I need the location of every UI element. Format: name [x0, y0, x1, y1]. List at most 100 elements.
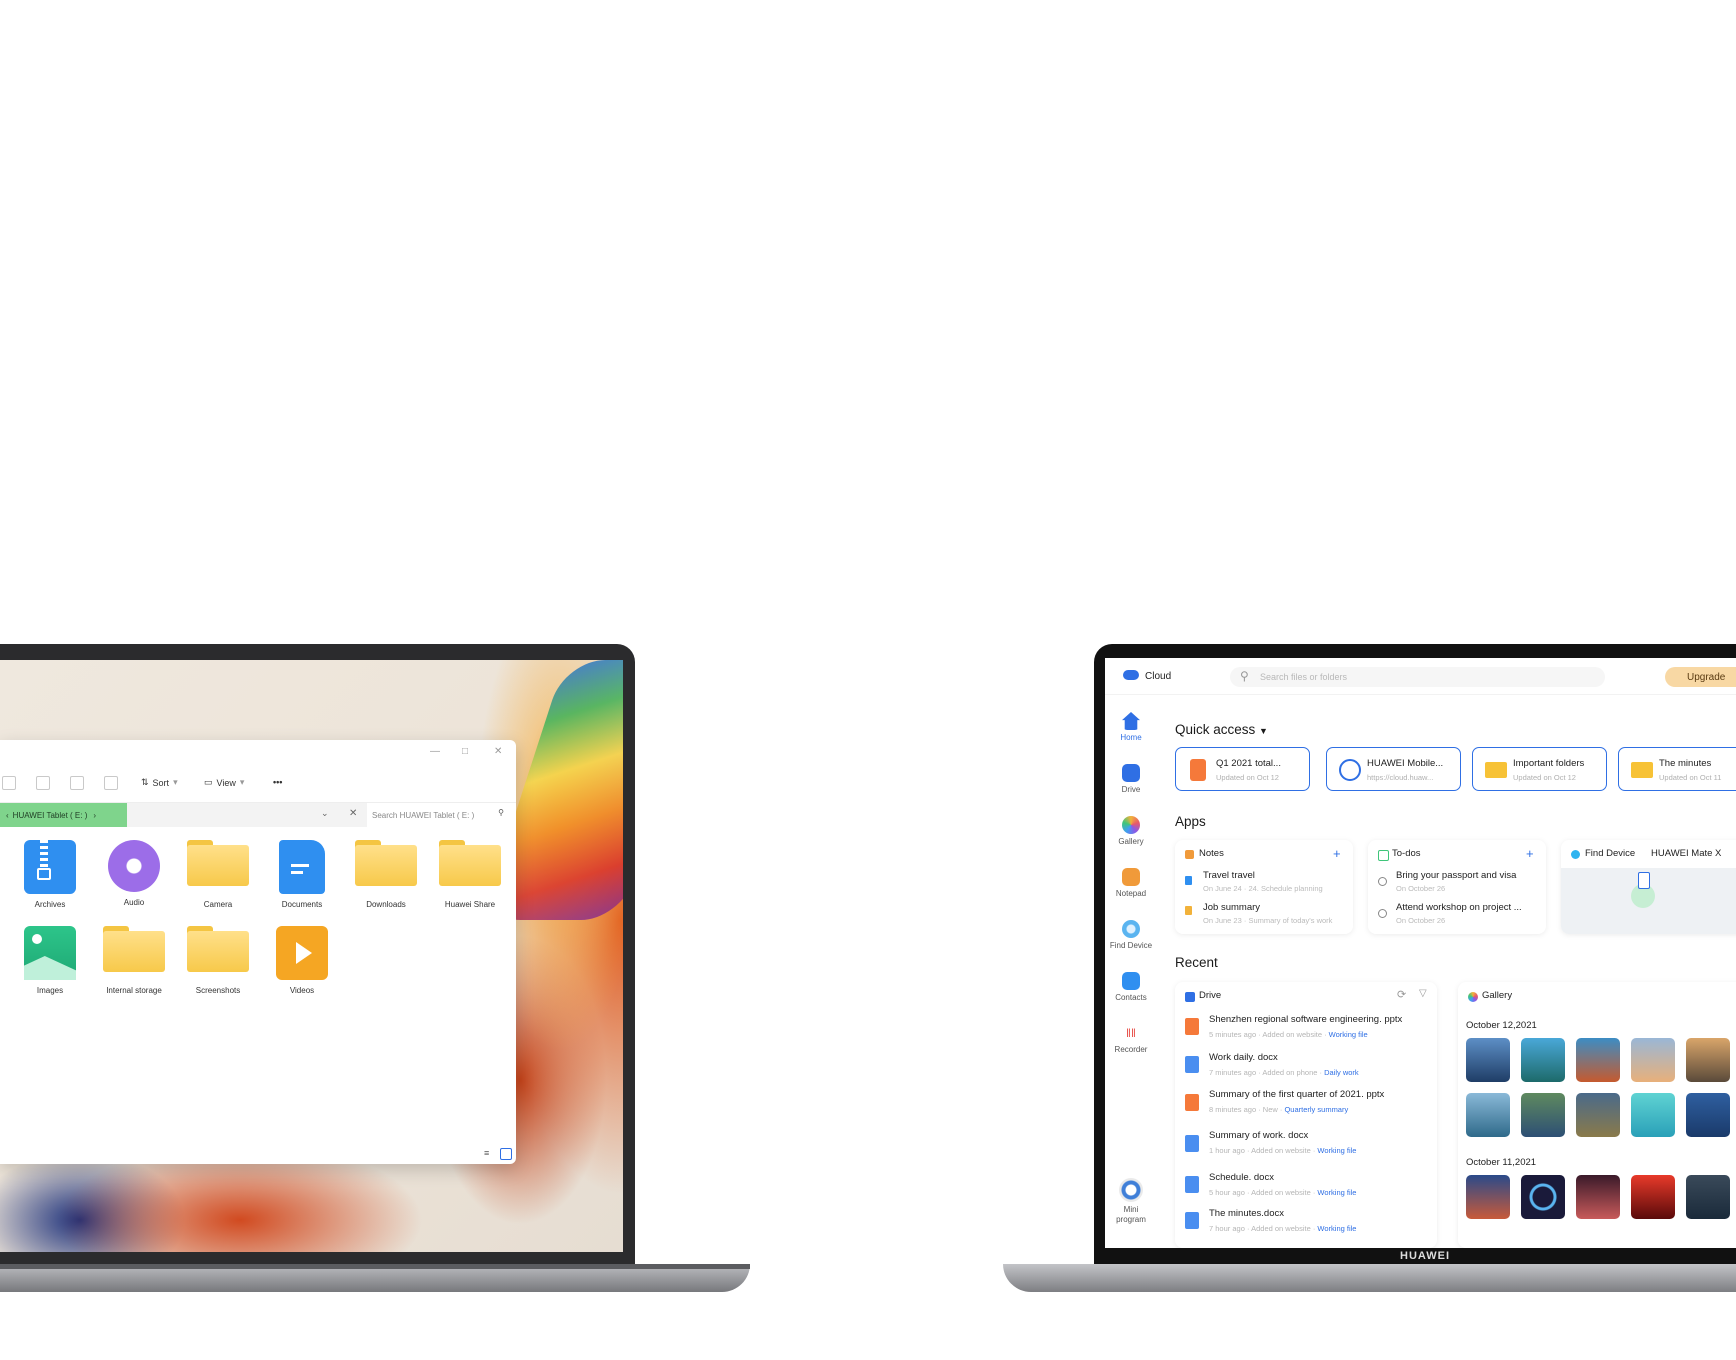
sidebar-label: Mini program: [1116, 1205, 1146, 1224]
share-icon[interactable]: [70, 776, 84, 790]
caret-down-icon: ▼: [1259, 726, 1268, 736]
file-item[interactable]: Huawei Share: [428, 840, 512, 909]
brand-logo: HUAWEI: [1105, 1248, 1736, 1264]
sidebar-item-home[interactable]: Home: [1105, 712, 1157, 742]
find-device-title: Find Device: [1585, 848, 1636, 859]
card-title: Important folders: [1513, 758, 1585, 769]
close-icon[interactable]: ✕: [494, 746, 502, 757]
mini-program-icon: [1119, 1178, 1143, 1202]
view-button[interactable]: ▭ View ▾: [204, 777, 244, 788]
device-name: HUAWEI Mate X: [1651, 848, 1722, 859]
refresh-icon[interactable]: ⟳: [1397, 988, 1406, 1001]
photo-thumbnail[interactable]: [1521, 1038, 1565, 1082]
file-item[interactable]: Videos: [260, 926, 344, 995]
sidebar-item-find-device[interactable]: Find Device: [1105, 920, 1157, 950]
phone-icon: [1638, 872, 1650, 889]
photo-thumbnail[interactable]: [1686, 1093, 1730, 1137]
folder-icon: [103, 926, 165, 972]
sort-button[interactable]: ⇅ Sort ▾: [141, 777, 178, 788]
file-item[interactable]: Downloads: [344, 840, 428, 909]
audio-icon: [108, 840, 160, 892]
search-icon: ⚲: [498, 808, 504, 817]
gallery-icon: [1122, 816, 1140, 834]
search-icon: ⚲: [1240, 669, 1249, 683]
device-map[interactable]: [1561, 868, 1736, 934]
ppt-file-icon: [1185, 1018, 1199, 1035]
chevron-down-icon[interactable]: ⌄: [321, 808, 329, 819]
search-input[interactable]: Search HUAWEI Tablet ( E: ) ⚲: [368, 805, 510, 825]
file-item[interactable]: Audio: [92, 840, 176, 907]
breadcrumb[interactable]: ‹ HUAWEI Tablet ( E: ) ›: [0, 803, 127, 827]
grid-view-icon[interactable]: [500, 1148, 512, 1160]
file-label: Huawei Share: [444, 900, 496, 909]
todo-radio[interactable]: [1378, 877, 1387, 886]
list-view-icon[interactable]: ≡: [484, 1148, 496, 1160]
photo-thumbnail[interactable]: [1576, 1093, 1620, 1137]
sidebar-item-drive[interactable]: Drive: [1105, 764, 1157, 794]
todos-card[interactable]: To-dos + Bring your passport and visa On…: [1368, 840, 1546, 934]
paste-icon[interactable]: [2, 776, 16, 790]
file-item[interactable]: Archives: [8, 840, 92, 909]
file-item[interactable]: Images: [8, 926, 92, 995]
todo-title: Attend workshop on project ...: [1396, 902, 1522, 913]
quick-access-heading[interactable]: Quick access ▼: [1175, 722, 1268, 737]
photo-thumbnail[interactable]: [1631, 1093, 1675, 1137]
photo-thumbnail[interactable]: [1576, 1175, 1620, 1219]
rename-icon[interactable]: [36, 776, 50, 790]
photo-thumbnail[interactable]: [1631, 1038, 1675, 1082]
notes-card[interactable]: Notes + Travel travel On June 24 · 24. S…: [1175, 840, 1353, 934]
find-device-card[interactable]: Find Device HUAWEI Mate X: [1561, 840, 1736, 934]
breadcrumb-label: HUAWEI Tablet ( E: ): [12, 810, 88, 820]
photo-thumbnail[interactable]: [1466, 1038, 1510, 1082]
sidebar-item-gallery[interactable]: Gallery: [1105, 816, 1157, 846]
gallery-icon: [1468, 992, 1478, 1002]
filter-icon[interactable]: ▽: [1419, 988, 1427, 999]
clear-icon[interactable]: ✕: [349, 808, 357, 819]
cloud-logo-icon: [1123, 670, 1139, 680]
minimize-icon[interactable]: —: [430, 746, 440, 757]
file-item[interactable]: Documents: [260, 840, 344, 909]
monitor-icon: ▭: [204, 777, 213, 787]
todo-radio[interactable]: [1378, 909, 1387, 918]
address-field[interactable]: ⌄ ✕: [127, 803, 367, 827]
file-name: Summary of the first quarter of 2021. pp…: [1209, 1089, 1385, 1100]
folder-icon: [355, 840, 417, 886]
sidebar-item-recorder[interactable]: ‖‖ Recorder: [1105, 1024, 1157, 1054]
globe-icon: [1339, 759, 1361, 781]
upgrade-button[interactable]: Upgrade: [1665, 667, 1736, 687]
file-item[interactable]: Internal storage: [92, 926, 176, 995]
photo-thumbnail[interactable]: [1576, 1038, 1620, 1082]
file-item[interactable]: Screenshots: [176, 926, 260, 995]
notes-title: Notes: [1199, 848, 1224, 859]
quick-access-card[interactable]: The minutes Updated on Oct 11: [1618, 747, 1736, 791]
quick-access-card[interactable]: Important folders Updated on Oct 12: [1472, 747, 1607, 791]
contacts-icon: [1122, 972, 1140, 990]
add-todo-button[interactable]: +: [1526, 846, 1534, 861]
search-placeholder: Search HUAWEI Tablet ( E: ): [372, 810, 475, 820]
add-note-button[interactable]: +: [1333, 846, 1341, 861]
file-meta: 1 hour ago · Added on website · Working …: [1209, 1146, 1357, 1155]
photo-thumbnail[interactable]: [1521, 1175, 1565, 1219]
quick-access-card[interactable]: Q1 2021 total... Updated on Oct 12: [1175, 747, 1310, 791]
view-label: View: [216, 777, 236, 788]
file-item[interactable]: Camera: [176, 840, 260, 909]
photo-thumbnail[interactable]: [1686, 1175, 1730, 1219]
file-label: Screenshots: [195, 986, 241, 995]
sidebar-item-notepad[interactable]: Notepad: [1105, 868, 1157, 898]
photo-thumbnail[interactable]: [1466, 1093, 1510, 1137]
maximize-icon[interactable]: □: [462, 746, 468, 757]
sidebar-item-contacts[interactable]: Contacts: [1105, 972, 1157, 1002]
file-meta: 8 minutes ago · New · Quarterly summary: [1209, 1105, 1349, 1114]
cloud-topbar: Cloud ⚲ Search files or folders Upgrade: [1105, 658, 1736, 695]
search-input[interactable]: ⚲ Search files or folders: [1230, 667, 1605, 687]
more-button[interactable]: •••: [273, 777, 282, 787]
sidebar-item-mini-program[interactable]: Mini program: [1105, 1178, 1157, 1225]
photo-thumbnail[interactable]: [1686, 1038, 1730, 1082]
file-name: Summary of work. docx: [1209, 1130, 1309, 1141]
photo-thumbnail[interactable]: [1631, 1175, 1675, 1219]
quick-access-card[interactable]: HUAWEI Mobile... https://cloud.huaw...: [1326, 747, 1461, 791]
photo-thumbnail[interactable]: [1521, 1093, 1565, 1137]
photo-thumbnail[interactable]: [1466, 1175, 1510, 1219]
file-meta: 7 hour ago · Added on website · Working …: [1209, 1224, 1357, 1233]
delete-icon[interactable]: [104, 776, 118, 790]
